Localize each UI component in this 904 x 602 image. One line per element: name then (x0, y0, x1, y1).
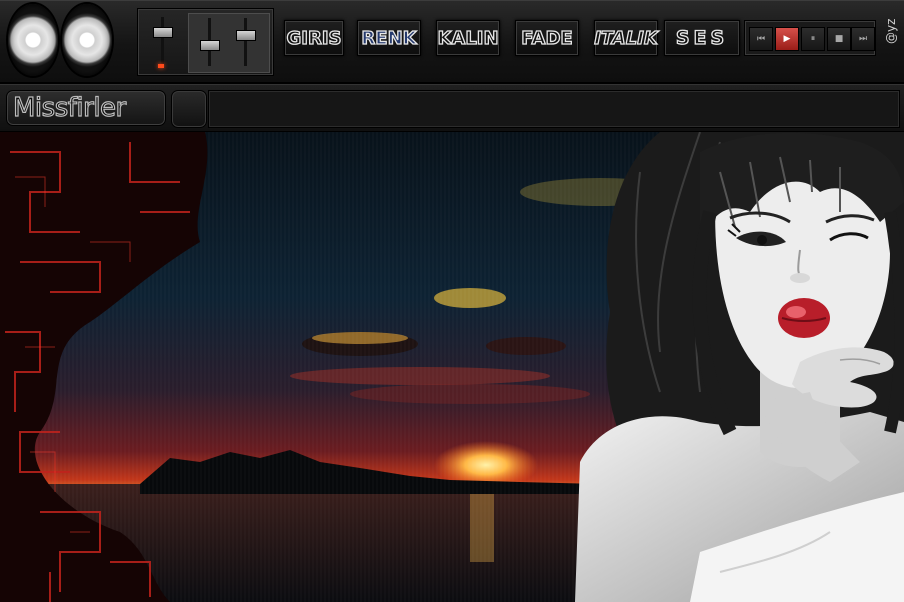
prev-icon[interactable]: ⏮ (749, 27, 773, 51)
volume-led-indicator (158, 64, 164, 68)
nickname-title: Missfirler (6, 90, 166, 126)
giris-button[interactable]: GIRIS (284, 20, 344, 56)
kalin-label: KALIN (437, 27, 499, 49)
eq-slider-2[interactable] (235, 16, 256, 68)
next-icon[interactable]: ⏭ (851, 27, 875, 51)
volume-mixer (137, 8, 274, 76)
fade-button[interactable]: FADE (515, 20, 579, 56)
italik-button[interactable]: ITALIK (594, 20, 658, 56)
transport-controls: ⏮ ▶ ⏸ ■ ⏭ (744, 20, 876, 56)
giris-label: GIRIS (286, 27, 342, 49)
kalin-button[interactable]: KALIN (436, 20, 500, 56)
ses-label: SES (675, 26, 729, 49)
eq-panel (188, 13, 270, 73)
fade-label: FADE (521, 27, 574, 49)
title-square-button[interactable] (171, 90, 207, 128)
eq-slider-1[interactable] (199, 16, 220, 68)
background-scene (0, 132, 904, 602)
play-icon[interactable]: ▶ (775, 27, 799, 51)
title-bar-field (208, 90, 900, 128)
stop-icon[interactable]: ■ (827, 27, 851, 51)
pause-icon[interactable]: ⏸ (801, 27, 825, 51)
renk-button[interactable]: RENK (357, 20, 421, 56)
italik-label: ITALIK (594, 27, 659, 49)
master-volume-slider[interactable] (152, 15, 173, 67)
title-bar: Missfirler (0, 84, 904, 133)
scene-illustration (0, 132, 904, 602)
speaker-right-icon (62, 4, 112, 76)
top-toolbar: GIRIS RENK KALIN FADE ITALIK SES ⏮ ▶ ⏸ ■… (0, 0, 904, 84)
portrait-illustration (575, 132, 904, 602)
renk-label: RENK (361, 27, 417, 49)
author-handle: @yz (884, 18, 898, 44)
speaker-left-icon (8, 4, 58, 76)
ses-button[interactable]: SES (664, 20, 740, 56)
